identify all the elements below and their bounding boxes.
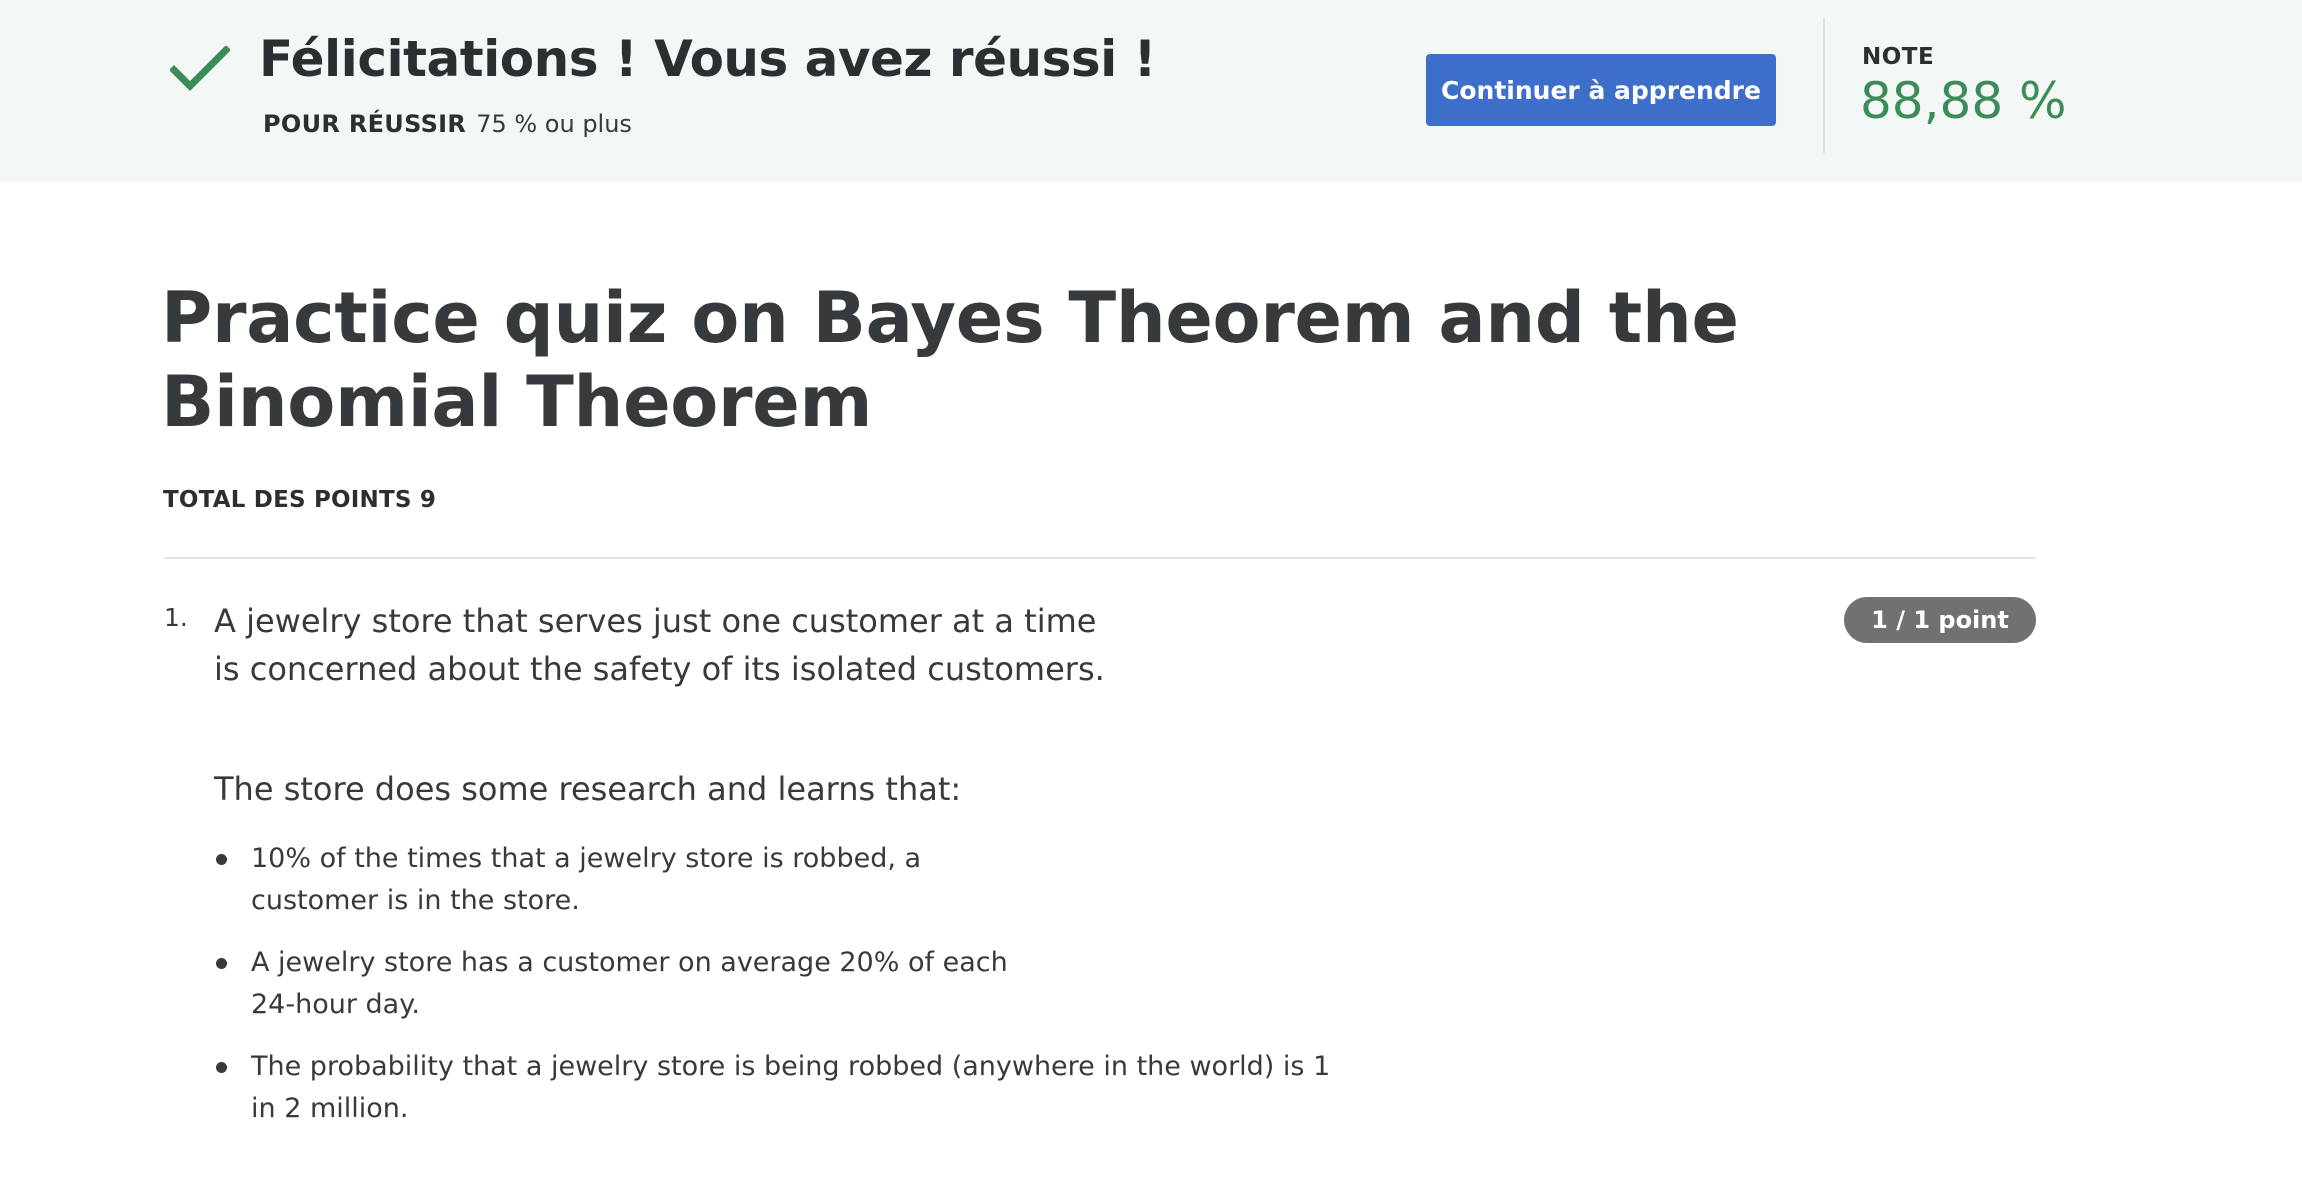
bullet-dot (216, 1062, 227, 1073)
grade-value: 88,88 % (1860, 72, 2067, 130)
points-badge: 1 / 1 point (1844, 597, 2036, 643)
bullet-text: 10% of the times that a jewelry store is… (251, 843, 922, 916)
pass-requirement: POUR RÉUSSIR 75 % ou plus (263, 110, 632, 138)
section-divider (164, 557, 2036, 559)
question-bullet-list: 10% of the times that a jewelry store is… (214, 838, 1341, 1150)
continue-learning-button[interactable]: Continuer à apprendre (1426, 54, 1776, 126)
bullet-dot (216, 854, 227, 865)
pass-label: POUR RÉUSSIR (263, 110, 467, 138)
question-intro: The store does some research and learns … (214, 770, 962, 808)
bullet-text: A jewelry store has a customer on averag… (251, 947, 1008, 1020)
page-title: Practice quiz on Bayes Theorem and the B… (161, 277, 1739, 443)
pass-value: 75 % ou plus (476, 110, 632, 138)
bullet-text: The probability that a jewelry store is … (251, 1051, 1331, 1124)
list-item: 10% of the times that a jewelry store is… (214, 838, 1341, 922)
list-item: A jewelry store has a customer on averag… (214, 942, 1341, 1026)
question-number: 1. (164, 603, 188, 632)
grade-label: NOTE (1862, 44, 1935, 70)
check-icon (170, 46, 230, 91)
banner-title: Félicitations ! Vous avez réussi ! (259, 30, 1156, 88)
total-points: TOTAL DES POINTS 9 (163, 487, 437, 513)
question-text: A jewelry store that serves just one cus… (214, 602, 1105, 688)
list-item: The probability that a jewelry store is … (214, 1046, 1341, 1130)
success-banner: Félicitations ! Vous avez réussi ! POUR … (0, 0, 2302, 182)
banner-divider (1823, 18, 1825, 153)
bullet-dot (216, 958, 227, 969)
